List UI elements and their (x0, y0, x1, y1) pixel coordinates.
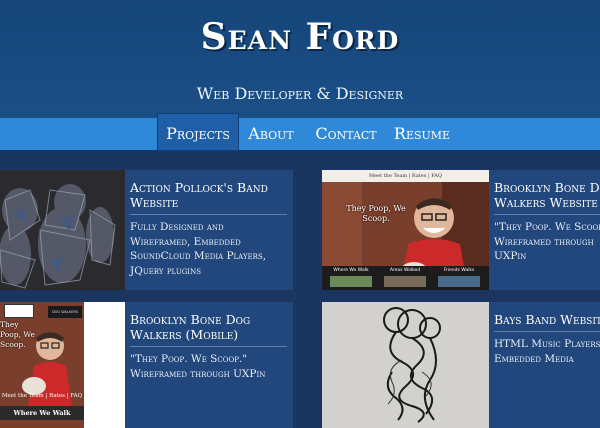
project-title[interactable]: Action Pollock's Band Website (130, 180, 287, 215)
thumb-top-menu: Meet the Team | Rates | FAQ (322, 170, 489, 182)
nav-resume[interactable]: Resume (390, 118, 454, 150)
project-title[interactable]: Brooklyn Bone Dog Walkers Website (494, 180, 600, 215)
project-description: "They Poop. We Scoop." Wireframed throug… (130, 353, 266, 380)
project-thumbnail-brooklyn-bone-website[interactable]: Meet the Team | Rates | FAQ They Poop, W… (322, 170, 489, 290)
project-thumbnail-action-pollocks[interactable] (0, 170, 125, 290)
site-subtitle: Web Developer & Designer (196, 84, 404, 103)
thumb-button-friends: Friends Walks (443, 268, 475, 273)
project-card-brooklyn-bone-website[interactable]: Meet the Team | Rates | FAQ They Poop, W… (322, 170, 600, 290)
project-description: Fully Designed and Wireframed, Embedded … (130, 221, 267, 277)
nav-projects[interactable]: Projects (157, 113, 239, 151)
site-title[interactable]: Sean Ford (0, 16, 600, 58)
project-title[interactable]: Bays Band Website (494, 312, 600, 332)
abstract-figures-image (0, 170, 125, 290)
nav-about[interactable]: About (242, 118, 300, 150)
project-thumbnail-brooklyn-bone-mobile[interactable]: DOG WALKERS They Poop, We Scoop. Meet th… (0, 302, 125, 428)
thumb-button-where: Where We Walk (333, 268, 369, 273)
thumb-button: Where We Walk (0, 406, 84, 420)
project-card-brooklyn-bone-mobile[interactable]: DOG WALKERS They Poop, We Scoop. Meet th… (0, 302, 293, 428)
project-title[interactable]: Brooklyn Bone Dog Walkers (Mobile) (130, 312, 287, 347)
nav-contact[interactable]: Contact (306, 118, 386, 150)
project-thumbnail-bays-band[interactable] (322, 302, 489, 428)
thumb-tagline: They Poop, We Scoop. (0, 320, 35, 349)
thumb-logo-text: DOG WALKERS (48, 306, 82, 318)
tangled-wire-image (322, 302, 489, 428)
thumb-button-areas: Areas Walked (389, 268, 421, 273)
thumb-button-bar: Where We Walk Areas Walked Friends Walks (322, 266, 489, 290)
project-card-action-pollocks[interactable]: Action Pollock's Band Website Fully Desi… (0, 170, 293, 290)
main-nav: Projects About Contact Resume (0, 113, 600, 151)
thumb-menu: Meet the Team | Rates | FAQ (1, 393, 83, 399)
project-card-bays-band[interactable]: Bays Band Website HTML Music Players, Em… (322, 302, 600, 428)
thumb-logo (4, 304, 34, 318)
project-description: "They Poop. We Scoop." Wireframed throug… (494, 221, 600, 262)
project-description: HTML Music Players, Embedded Media (494, 338, 600, 365)
thumb-tagline: They Poop, We Scoop. (346, 204, 406, 223)
site-header: Sean Ford Web Developer & Designer (0, 0, 600, 118)
